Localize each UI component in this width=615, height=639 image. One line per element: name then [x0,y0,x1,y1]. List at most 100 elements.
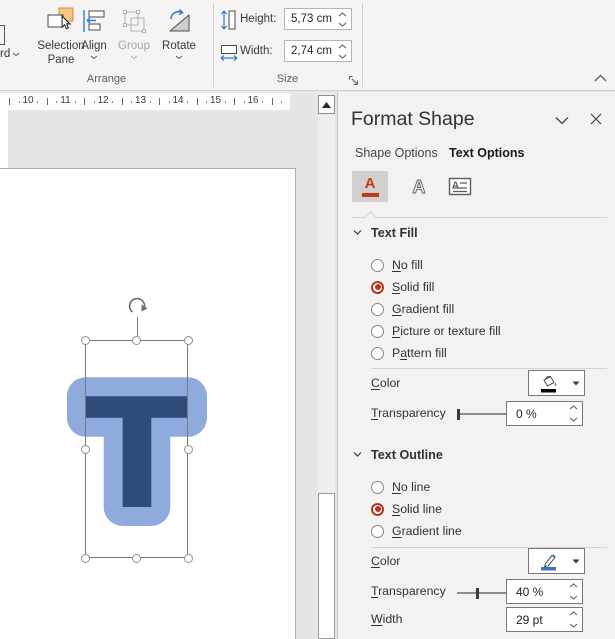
width-spin-up[interactable] [335,41,350,51]
height-spin-down[interactable] [335,19,350,29]
slider-track [457,592,507,594]
height-spin-up[interactable] [335,9,350,19]
radio-option-solid-fill[interactable]: Solid fill [371,277,434,297]
section-divider [371,368,607,369]
size-dialog-launcher[interactable] [347,74,360,87]
arrange-group-label: Arrange [86,73,127,85]
radio-circle [371,480,384,494]
radio-option-no-line[interactable]: No line [371,477,430,497]
outline-transparency-spin-down[interactable] [566,592,581,604]
ribbon: rd Selection Pane Align Group Rotate Arr… [0,0,615,91]
width-icon [220,45,238,61]
width-spin-down[interactable] [335,51,350,61]
fill-transparency-slider[interactable] [457,408,507,420]
handle-bottom-right[interactable] [183,553,193,563]
fill-transparency-field[interactable]: 0 % [506,401,583,426]
outline-transparency-field[interactable]: 40 % [506,579,583,604]
radio-option-picture-fill[interactable]: Picture or texture fill [371,321,501,341]
chevron-down-icon [175,55,183,60]
outline-width-label: Width [371,612,403,626]
pencil-icon [540,553,556,570]
outline-transparency-slider[interactable] [457,587,507,599]
tab-text-options[interactable]: Text Options [449,146,524,160]
section-divider [351,217,607,218]
outline-transparency-spin-up[interactable] [566,580,581,592]
height-value: 5,73 cm [291,13,332,25]
outline-width-spin-up[interactable] [566,608,581,620]
handle-bottom-middle[interactable] [132,553,141,563]
selection-pane-icon [47,7,74,30]
dropdown-arrow-icon [572,381,580,385]
radio-label: Picture or texture fill [392,324,501,338]
fill-transparency-value: 0 % [516,407,537,421]
horizontal-ruler: 10 11 12 13 14 15 16 [0,93,290,110]
handle-middle-left[interactable] [80,444,90,454]
fill-transparency-spin-down[interactable] [566,414,581,426]
rotate-label: Rotate [162,40,196,52]
width-label: Width: [240,45,273,57]
handle-top-middle[interactable] [132,335,141,345]
radio-circle [371,280,384,294]
radio-circle [371,258,384,272]
text-fill-icon-bar [361,193,379,197]
chevron-down-icon [130,55,138,60]
group-label: Group [118,40,150,52]
clipped-icon [0,25,5,45]
radio-circle [371,524,384,538]
format-shape-pane: Format Shape Shape Options Text Options … [337,92,615,639]
fill-color-label: Color [371,376,401,390]
radio-option-gradient-line[interactable]: Gradient line [371,521,462,541]
radio-label: Pattern fill [392,346,447,360]
dropdown-arrow-icon [572,559,580,563]
chevron-down-icon [555,116,569,124]
radio-label: Solid line [392,502,442,516]
outline-width-field[interactable]: 29 pt [506,607,583,632]
radio-label: No fill [392,258,423,272]
width-value: 2,74 cm [291,45,332,57]
outline-width-value: 29 pt [516,613,543,627]
scroll-up-button[interactable] [318,95,335,114]
handle-middle-right[interactable] [183,444,193,454]
text-fill-and-outline-button[interactable]: A [352,171,388,202]
slider-thumb[interactable] [457,408,460,420]
height-icon [221,10,236,30]
radio-option-no-fill[interactable]: No fill [371,255,423,275]
rotation-handle[interactable] [126,295,148,317]
radio-option-solid-line[interactable]: Solid line [371,499,442,519]
outline-color-button[interactable] [528,548,585,574]
height-field[interactable]: 5,73 cm [284,8,352,30]
pane-title: Format Shape [351,108,475,130]
group-icon [123,10,146,33]
text-effects-button[interactable]: A [401,171,437,202]
fill-transparency-label: Transparency [371,406,446,420]
handle-top-left[interactable] [80,335,90,345]
width-field[interactable]: 2,74 cm [284,40,352,62]
radio-label: No line [392,480,431,494]
align-icon [83,10,105,32]
chevron-down-icon [90,55,98,60]
pane-close-button[interactable] [586,110,606,128]
handle-bottom-left[interactable] [80,553,90,563]
textbox-button[interactable]: A [442,171,478,202]
handle-top-right[interactable] [183,335,193,345]
slider-thumb[interactable] [475,587,479,599]
fill-color-button[interactable] [528,370,585,396]
outline-width-spin-down[interactable] [566,620,581,632]
slider-track [457,413,507,415]
collapse-section-icon [353,452,362,457]
text-fill-header[interactable]: Text Fill [371,226,418,240]
collapse-ribbon-icon[interactable] [594,74,607,82]
pane-options-button[interactable] [552,112,572,128]
text-outline-header[interactable]: Text Outline [371,448,443,462]
outline-color-label: Color [371,554,401,568]
selected-section-notch [363,210,377,224]
outline-transparency-value: 40 % [516,585,544,599]
radio-option-pattern-fill[interactable]: Pattern fill [371,343,447,363]
close-icon [590,113,602,125]
radio-option-gradient-fill[interactable]: Gradient fill [371,299,454,319]
tab-shape-options[interactable]: Shape Options [355,146,438,160]
fill-transparency-spin-up[interactable] [566,402,581,414]
size-group-label: Size [276,73,299,85]
scrollbar-thumb[interactable] [318,493,335,639]
height-label: Height: [240,13,277,25]
